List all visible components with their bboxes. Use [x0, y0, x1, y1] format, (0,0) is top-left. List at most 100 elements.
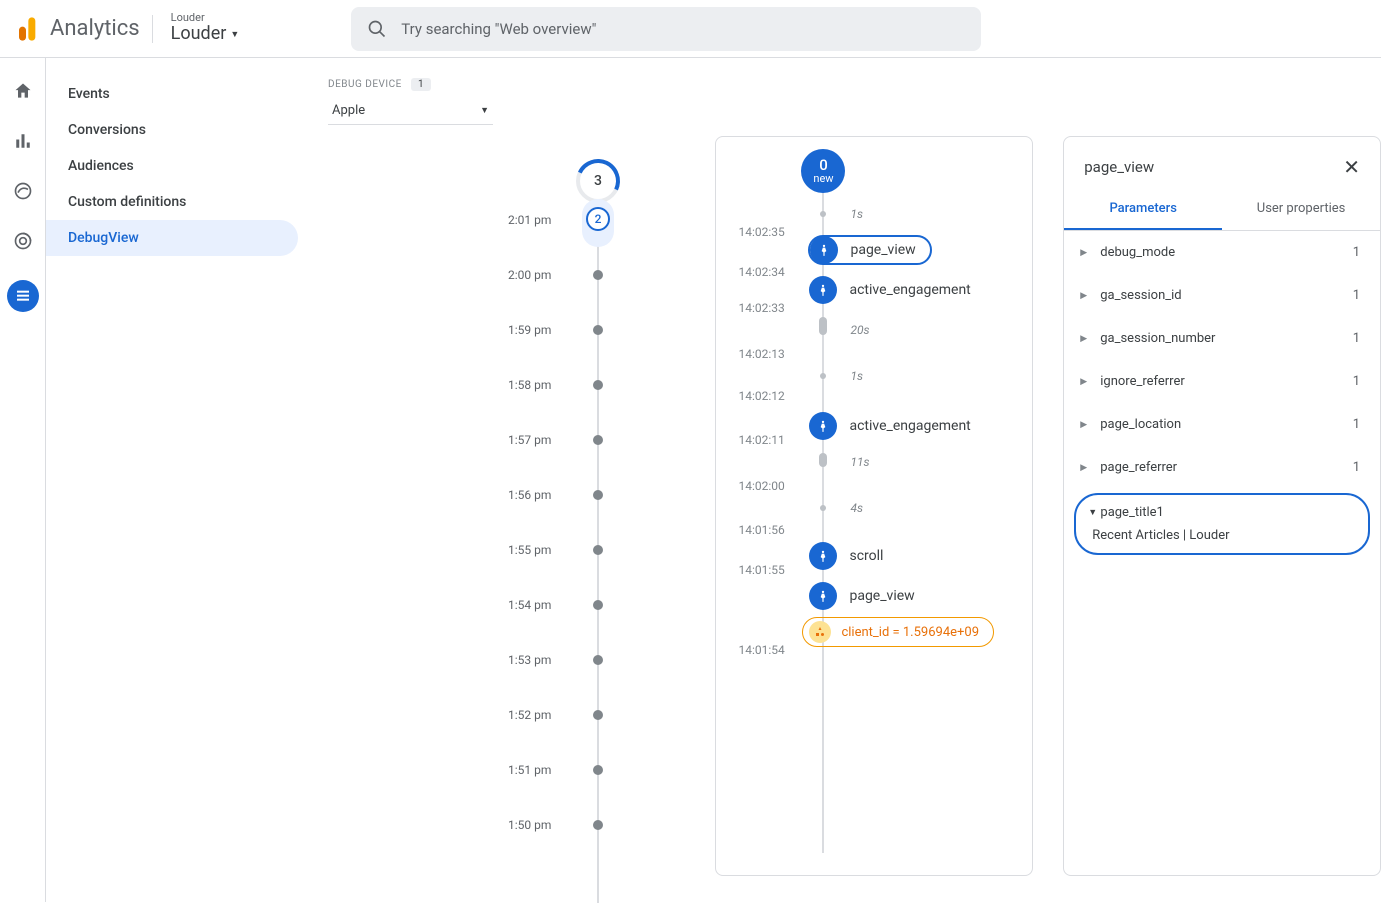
- minute-timeline: 3 2 2:01 pm 2:00 pm 1:59 pm 1:58 pm 1:57…: [328, 159, 685, 203]
- tick-dot: [820, 211, 826, 217]
- details-tabs: Parameters User properties: [1064, 189, 1380, 231]
- details-title: page_view: [1084, 158, 1154, 176]
- min-label-153[interactable]: 1:53 pm: [508, 653, 603, 667]
- debug-device-value: Apple: [332, 103, 365, 118]
- debug-device-count-badge: 1: [411, 78, 431, 91]
- new-events-bubble[interactable]: 0 new: [801, 149, 845, 193]
- chevron-right-icon: ▶: [1080, 420, 1092, 430]
- min-label-155[interactable]: 1:55 pm: [508, 543, 603, 557]
- gap-pill: [819, 453, 827, 467]
- search-icon: [367, 19, 387, 39]
- sec-ts: 14:02:00: [738, 479, 784, 493]
- header-divider: [152, 15, 153, 43]
- debug-device-select[interactable]: Apple ▼: [328, 97, 493, 125]
- user-property-icon: [809, 621, 831, 643]
- event-details-panel: page_view ✕ Parameters User properties ▶…: [1063, 136, 1381, 876]
- sidebar-item-audiences[interactable]: Audiences: [46, 148, 298, 184]
- minute-201-bubble[interactable]: 2: [586, 207, 610, 231]
- main-content: DEBUG DEVICE 1 Apple ▼ 3 2 2:01 pm 2:00 …: [298, 58, 1381, 902]
- chevron-right-icon: ▶: [1080, 334, 1092, 344]
- minute-timeline-column: DEBUG DEVICE 1 Apple ▼ 3 2 2:01 pm 2:00 …: [328, 76, 685, 203]
- sidebar-item-conversions[interactable]: Conversions: [46, 112, 298, 148]
- sec-ts: 14:01:55: [738, 563, 784, 577]
- gap-label: 1s: [850, 369, 863, 383]
- caret-down-icon: ▼: [480, 105, 489, 116]
- caret-down-icon: ▼: [230, 30, 239, 40]
- gap-label: 1s: [850, 207, 863, 221]
- sec-ts: 14:02:35: [738, 225, 784, 239]
- sec-ts: 14:02:12: [738, 389, 784, 403]
- param-page-location[interactable]: ▶page_location1: [1064, 403, 1380, 446]
- event-scroll[interactable]: scroll: [809, 541, 883, 571]
- sec-ts: 14:01:54: [738, 643, 784, 657]
- sidebar-item-custom-definitions[interactable]: Custom definitions: [46, 184, 298, 220]
- chevron-right-icon: ▶: [1080, 248, 1092, 258]
- event-icon: [809, 412, 837, 440]
- tab-parameters[interactable]: Parameters: [1064, 189, 1222, 230]
- gap-label: 20s: [850, 323, 869, 337]
- chevron-down-icon: ▼: [1088, 507, 1097, 518]
- app-header: Analytics Louder Louder ▼ Try searching …: [0, 0, 1381, 58]
- min-label-159[interactable]: 1:59 pm: [508, 323, 603, 337]
- min-label-201[interactable]: 2:01 pm: [508, 213, 551, 227]
- seconds-timeline-card: 0 new 1s 14:02:35 page_view 14:02:34 act…: [715, 136, 1033, 876]
- search-placeholder: Try searching "Web overview": [401, 20, 596, 38]
- configure-icon[interactable]: [7, 280, 39, 312]
- logo-block[interactable]: Analytics: [12, 15, 140, 43]
- event-page-view[interactable]: page_view: [808, 235, 931, 265]
- param-page-referrer[interactable]: ▶page_referrer1: [1064, 446, 1380, 489]
- close-icon[interactable]: ✕: [1343, 155, 1360, 179]
- sec-ts: 14:02:11: [738, 433, 784, 447]
- advertising-icon[interactable]: [12, 230, 34, 252]
- sec-ts: 14:02:34: [738, 265, 784, 279]
- min-label-151[interactable]: 1:51 pm: [508, 763, 603, 777]
- gap-pill: [819, 317, 827, 335]
- event-active-engagement[interactable]: active_engagement: [809, 411, 970, 441]
- tick-dot: [820, 373, 826, 379]
- param-ga-session-id[interactable]: ▶ga_session_id1: [1064, 274, 1380, 317]
- debug-device-label: DEBUG DEVICE: [328, 79, 402, 90]
- user-property-chip[interactable]: client_id = 1.59694e+09: [802, 617, 994, 647]
- sidebar-item-debugview[interactable]: DebugView: [46, 220, 298, 256]
- configure-sidebar: Events Conversions Audiences Custom defi…: [46, 58, 298, 256]
- min-label-154[interactable]: 1:54 pm: [508, 598, 603, 612]
- sec-ts: 14:01:56: [738, 523, 784, 537]
- property-selector[interactable]: Louder Louder ▼: [171, 12, 240, 45]
- min-label-150[interactable]: 1:50 pm: [508, 818, 603, 832]
- analytics-logo-icon: [12, 15, 40, 43]
- event-active-engagement[interactable]: active_engagement: [809, 275, 970, 305]
- min-label-158[interactable]: 1:58 pm: [508, 378, 603, 392]
- gap-label: 11s: [850, 455, 869, 469]
- analytics-wordmark: Analytics: [50, 16, 140, 41]
- min-label-200[interactable]: 2:00 pm: [508, 268, 603, 282]
- property-name: Louder: [171, 24, 227, 45]
- explore-icon[interactable]: [12, 180, 34, 202]
- param-ga-session-number[interactable]: ▶ga_session_number1: [1064, 317, 1380, 360]
- param-value: Recent Articles | Louder: [1088, 528, 1356, 543]
- gap-label: 4s: [850, 501, 863, 515]
- sidebar-item-events[interactable]: Events: [46, 76, 298, 112]
- event-icon: [809, 276, 837, 304]
- tab-user-properties[interactable]: User properties: [1222, 189, 1380, 230]
- search-input[interactable]: Try searching "Web overview": [351, 7, 981, 51]
- event-icon: [810, 236, 838, 264]
- param-ignore-referrer[interactable]: ▶ignore_referrer1: [1064, 360, 1380, 403]
- min-label-157[interactable]: 1:57 pm: [508, 433, 603, 447]
- sec-ts: 14:02:33: [738, 301, 784, 315]
- event-icon: [809, 582, 837, 610]
- chevron-right-icon: ▶: [1080, 377, 1092, 387]
- home-icon[interactable]: [12, 80, 34, 102]
- param-debug-mode[interactable]: ▶debug_mode1: [1064, 231, 1380, 274]
- tick-dot: [820, 505, 826, 511]
- min-label-152[interactable]: 1:52 pm: [508, 708, 603, 722]
- chevron-right-icon: ▶: [1080, 291, 1092, 301]
- icon-nav-rail: [0, 58, 46, 902]
- chevron-right-icon: ▶: [1080, 463, 1092, 473]
- sec-ts: 14:02:13: [738, 347, 784, 361]
- event-icon: [809, 542, 837, 570]
- reports-icon[interactable]: [12, 130, 34, 152]
- param-page-title-expanded[interactable]: ▼ page_title1 Recent Articles | Louder: [1074, 493, 1370, 555]
- min-label-156[interactable]: 1:56 pm: [508, 488, 603, 502]
- event-page-view[interactable]: page_view: [809, 581, 914, 611]
- minute-summary-bubble[interactable]: 3: [576, 159, 620, 203]
